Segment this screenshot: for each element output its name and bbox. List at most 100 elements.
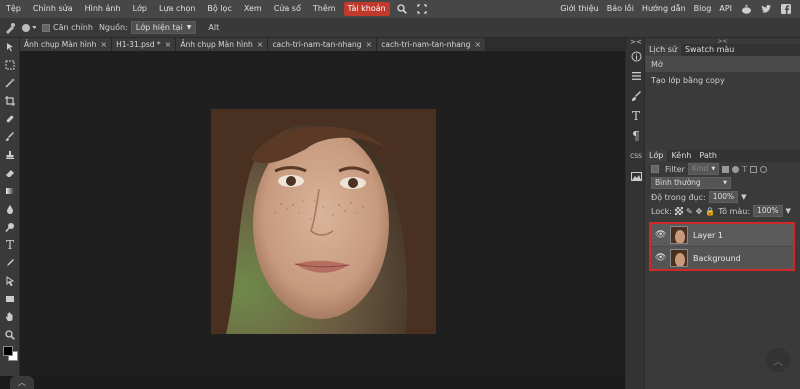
align-checkbox[interactable]: Căn chỉnh (42, 23, 93, 32)
tab-channels[interactable]: Kênh (667, 150, 695, 162)
source-select[interactable]: Lớp hiện tại ▼ (130, 21, 197, 34)
chevron-up-icon[interactable]: ︿ (10, 376, 34, 389)
menu-file[interactable]: Tệp (0, 0, 27, 18)
document-image[interactable] (211, 109, 436, 334)
dodge-tool-icon[interactable] (0, 218, 20, 236)
healing-tool-icon[interactable] (0, 110, 20, 128)
fullscreen-icon[interactable] (415, 2, 429, 16)
eye-icon[interactable]: 👁 (655, 253, 666, 263)
menu-report-bug[interactable]: Báo lỗi (603, 0, 638, 18)
character-icon[interactable]: T (626, 106, 646, 126)
filter-kind-select[interactable]: Kind ▼ (687, 163, 720, 175)
marquee-tool-icon[interactable] (0, 56, 20, 74)
search-icon[interactable] (395, 2, 409, 16)
info-icon[interactable] (626, 46, 646, 66)
menu-api[interactable]: API (715, 0, 736, 18)
twitter-icon[interactable] (759, 2, 773, 16)
opacity-label: Độ trong đục: (651, 192, 706, 202)
lock-move-icon[interactable]: ✥ (696, 207, 703, 216)
brush-tool-icon[interactable] (0, 128, 20, 146)
filter-checkbox[interactable] (651, 165, 659, 173)
fill-input[interactable]: 100% (753, 205, 783, 217)
menu-account[interactable]: Tài khoản (343, 2, 390, 16)
magic-wand-tool-icon[interactable] (0, 74, 20, 92)
facebook-icon[interactable] (779, 2, 793, 16)
blend-mode-select[interactable]: Bình thường ▼ (651, 177, 731, 189)
filter-smart-object-icon[interactable] (760, 165, 768, 173)
menu-more[interactable]: Thêm (307, 0, 342, 18)
properties-icon[interactable] (626, 66, 646, 86)
pen-tool-icon[interactable] (0, 254, 20, 272)
path-select-tool-icon[interactable] (0, 272, 20, 290)
image-icon[interactable] (626, 166, 646, 186)
move-tool-icon[interactable] (0, 38, 20, 56)
history-item-duplicate-layer[interactable]: Tạo lớp bằng copy (645, 72, 800, 88)
tab-document-3[interactable]: Ảnh chụp Màn hình × (176, 38, 269, 51)
layer-row-layer-1[interactable]: 👁 Layer 1 (651, 224, 793, 246)
css-icon[interactable]: CSS (626, 146, 646, 166)
brush-size-dropdown[interactable] (22, 23, 36, 33)
zoom-tool-icon[interactable] (0, 326, 20, 344)
tab-document-1[interactable]: Ảnh chụp Màn hình × (20, 38, 113, 51)
status-bar (0, 376, 625, 389)
close-icon[interactable]: × (366, 40, 373, 49)
layers-panel-tabs: Lớp Kênh Path (645, 150, 800, 162)
close-icon[interactable]: × (100, 40, 107, 49)
opacity-input[interactable]: 100% (708, 191, 739, 203)
filter-adjustment-icon[interactable] (732, 165, 740, 173)
lock-transparency-icon[interactable] (674, 207, 683, 215)
scroll-to-top-icon[interactable]: ︿ (766, 348, 790, 372)
eraser-tool-icon[interactable] (0, 164, 20, 182)
menu-select[interactable]: Lựa chọn (153, 0, 201, 18)
fill-dropdown-icon[interactable]: ▼ (786, 207, 791, 215)
lock-all-icon[interactable]: 🔒 (705, 207, 715, 216)
layer-row-background[interactable]: 👁 Background (651, 247, 793, 269)
menu-guide[interactable]: Hướng dẫn (638, 0, 690, 18)
menu-window[interactable]: Cửa sổ (268, 0, 307, 18)
layer-controls: Filter Kind ▼ T Bình thường ▼ Độ trong đ… (645, 162, 800, 218)
paragraph-icon[interactable]: ¶ (626, 126, 646, 146)
filter-type-icon[interactable]: T (742, 165, 747, 174)
gradient-tool-icon[interactable] (0, 182, 20, 200)
menu-layer[interactable]: Lớp (127, 0, 153, 18)
brush-settings-icon[interactable] (626, 86, 646, 106)
filter-shape-icon[interactable] (750, 165, 758, 173)
tab-document-4[interactable]: cach-tri-nam-tan-nhang × (268, 38, 378, 51)
history-panel: >< Lịch sử Swatch màu Mở Tạo lớp bằng co… (645, 38, 800, 148)
clone-stamp-tool-icon[interactable] (4, 22, 16, 34)
collapse-panels-icon[interactable]: >< (626, 38, 646, 46)
menu-blog[interactable]: Blog (690, 0, 716, 18)
menu-about[interactable]: Giới thiệu (556, 0, 603, 18)
tab-history[interactable]: Lịch sử (645, 44, 681, 56)
reddit-icon[interactable] (739, 2, 753, 16)
close-icon[interactable]: × (257, 40, 264, 49)
opacity-dropdown-icon[interactable]: ▼ (741, 193, 746, 201)
tab-document-2[interactable]: H1-31.psd * × (112, 38, 177, 51)
filter-pixel-icon[interactable] (722, 165, 730, 173)
tab-paths[interactable]: Path (695, 150, 721, 162)
close-icon[interactable]: × (165, 40, 172, 49)
menu-image[interactable]: Hình ảnh (79, 0, 127, 18)
menu-view[interactable]: Xem (238, 0, 268, 18)
blur-tool-icon[interactable] (0, 200, 20, 218)
align-label: Căn chỉnh (53, 23, 93, 32)
history-panel-tabs: Lịch sử Swatch màu (645, 44, 800, 56)
type-tool-icon[interactable]: T (0, 236, 20, 254)
close-icon[interactable]: × (474, 40, 481, 49)
foreground-color-swatch[interactable] (3, 346, 13, 356)
lock-label: Lock: (651, 206, 672, 216)
clone-stamp-icon[interactable] (0, 146, 20, 164)
eye-icon[interactable]: 👁 (655, 230, 666, 240)
history-item-open[interactable]: Mở (645, 56, 800, 72)
tab-document-5[interactable]: cach-tri-nam-tan-nhang × (377, 38, 487, 51)
rectangle-tool-icon[interactable] (0, 290, 20, 308)
menu-filter[interactable]: Bộ lọc (201, 0, 237, 18)
tab-swatches[interactable]: Swatch màu (681, 44, 738, 56)
source-field: Nguồn: Lớp hiện tại ▼ (99, 21, 197, 34)
lock-paint-icon[interactable]: ✎ (686, 207, 693, 216)
tab-layers[interactable]: Lớp (645, 150, 668, 162)
crop-tool-icon[interactable] (0, 92, 20, 110)
tools-panel: T (0, 38, 20, 389)
menu-edit[interactable]: Chỉnh sửa (27, 0, 79, 18)
hand-tool-icon[interactable] (0, 308, 20, 326)
